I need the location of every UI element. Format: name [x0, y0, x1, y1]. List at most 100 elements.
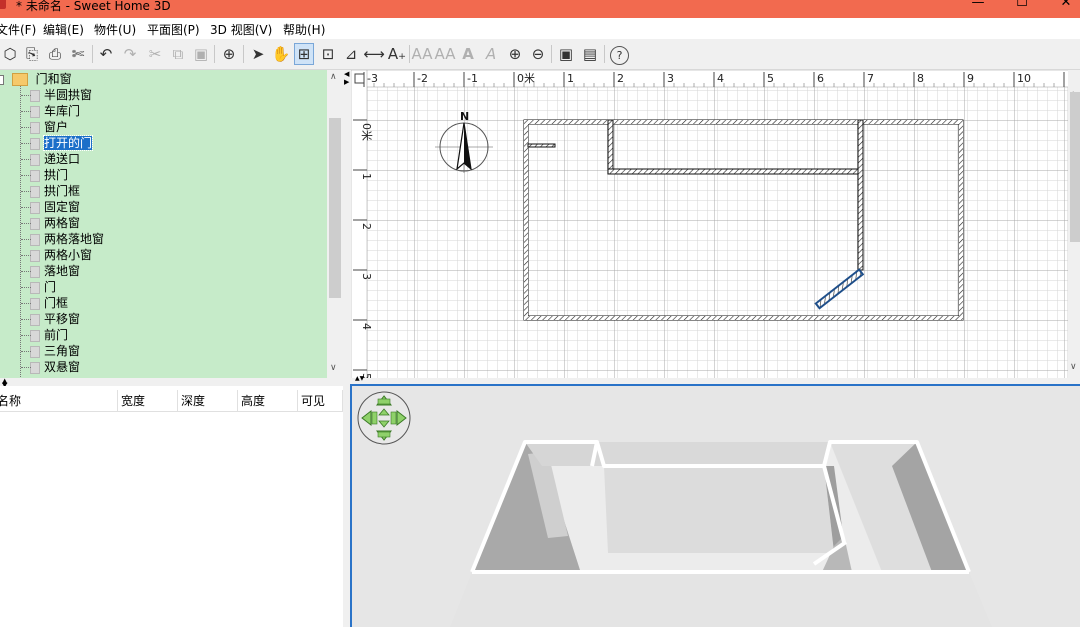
horizontal-splitter[interactable]: ▲ ▼	[0, 377, 345, 389]
zoom-out-button[interactable]: ⊖	[528, 43, 548, 65]
tree-guide-line	[21, 191, 31, 192]
catalog-item-label: 窗户	[44, 120, 69, 134]
add-furniture-button[interactable]: ⊕	[219, 43, 239, 65]
plan-scroll-thumb[interactable]	[1070, 92, 1080, 242]
decrease-text-size-button[interactable]: AA	[435, 43, 456, 65]
furniture-table[interactable]: 名称 宽度 深度 高度 可见	[0, 386, 343, 627]
ruler-top-label: -1	[467, 72, 478, 85]
menu-furniture[interactable]: 物件(U)	[94, 21, 136, 38]
catalog-item-label: 半圆拱窗	[44, 88, 93, 102]
menu-file[interactable]: 文件(F)	[0, 21, 36, 38]
ruler-top-label: 3	[667, 72, 674, 85]
create-dimensions-button[interactable]: ⟷	[363, 43, 385, 65]
catalog-item[interactable]: 拱门框	[30, 183, 80, 199]
catalog-item[interactable]: 打开的门	[30, 135, 94, 151]
help-icon: ?	[616, 49, 623, 62]
tree-category-doors-windows[interactable]: 门和窗	[0, 71, 72, 87]
minimize-button[interactable]: —	[958, 0, 998, 16]
catalog-item[interactable]: 平移窗	[30, 311, 80, 327]
create-photo-button[interactable]: ▣	[556, 43, 576, 65]
ruler-top-label: 8	[917, 72, 924, 85]
furniture-thumbnail-icon	[30, 361, 40, 374]
catalog-scroll-thumb[interactable]	[329, 118, 341, 298]
catalog-item-label: 平移窗	[44, 312, 81, 326]
catalog-item[interactable]: 门	[30, 279, 56, 295]
3d-navigation-control[interactable]	[357, 391, 411, 445]
pan-mode-button[interactable]: ✋	[271, 43, 291, 65]
increase-text-size-button[interactable]: AA	[412, 43, 433, 65]
ruler-top-label: -2	[417, 72, 428, 85]
collapse-left-arrow-icon[interactable]: ◀	[344, 70, 349, 78]
catalog-item[interactable]: 两格落地窗	[30, 231, 104, 247]
collapse-toggle-icon[interactable]	[0, 74, 4, 85]
scroll-down-icon[interactable]: ∨	[330, 363, 337, 373]
select-mode-button[interactable]: ➤	[248, 43, 268, 65]
catalog-item[interactable]: 两格小窗	[30, 247, 92, 263]
furniture-thumbnail-icon	[30, 249, 40, 262]
catalog-item[interactable]: 固定窗	[30, 199, 80, 215]
close-button[interactable]: ✕	[1046, 0, 1080, 16]
paste-button[interactable]: ▣	[191, 43, 211, 65]
scroll-up-icon[interactable]: ∧	[330, 72, 337, 82]
plan-view[interactable]: -3-2-10米123456789101 0米12345	[351, 70, 1080, 380]
tree-guide-line	[21, 239, 31, 240]
menu-3d-view[interactable]: 3D 视图(V)	[210, 21, 272, 38]
column-header-name[interactable]: 名称	[0, 390, 118, 412]
3d-canvas[interactable]	[352, 386, 1080, 627]
3d-floor-front	[450, 572, 992, 627]
create-video-icon: ▤	[582, 45, 598, 63]
ruler-left-label: 4	[360, 323, 373, 330]
column-header-depth[interactable]: 深度	[178, 390, 238, 412]
copy-button[interactable]: ⧉	[168, 43, 188, 65]
catalog-item[interactable]: 三角窗	[30, 343, 80, 359]
furniture-thumbnail-icon	[30, 313, 40, 326]
help-button[interactable]: ?	[610, 46, 629, 65]
zoom-in-button[interactable]: ⊕	[505, 43, 525, 65]
catalog-item[interactable]: 车库门	[30, 103, 80, 119]
3d-room-wall	[604, 466, 834, 553]
column-header-visible[interactable]: 可见	[298, 390, 343, 412]
furniture-thumbnail-icon	[30, 153, 40, 166]
catalog-item[interactable]: 落地窗	[30, 263, 80, 279]
add-text-button[interactable]: A₊	[387, 43, 407, 65]
catalog-item[interactable]: 半圆拱窗	[30, 87, 92, 103]
column-header-width[interactable]: 宽度	[118, 390, 178, 412]
bold-text-button[interactable]: A	[458, 43, 478, 65]
menu-plan[interactable]: 平面图(P)	[147, 21, 200, 38]
catalog-item[interactable]: 递送口	[30, 151, 80, 167]
catalog-item[interactable]: 门框	[30, 295, 68, 311]
preferences-button[interactable]: ✄	[68, 43, 88, 65]
catalog-item[interactable]: 前门	[30, 327, 68, 343]
create-polylines-button[interactable]: ⊿	[341, 43, 361, 65]
toolbar-separator	[409, 45, 410, 63]
catalog-item-label: 固定窗	[44, 200, 81, 214]
plan-canvas[interactable]: -3-2-10米123456789101 0米12345	[351, 70, 1080, 380]
copy-icon: ⧉	[172, 45, 184, 63]
catalog-item-label: 递送口	[44, 152, 81, 166]
tree-guide-line	[21, 255, 31, 256]
catalog-item[interactable]: 两格窗	[30, 215, 80, 231]
redo-button[interactable]: ↷	[120, 43, 140, 65]
menu-help[interactable]: 帮助(H)	[283, 21, 325, 38]
create-walls-button[interactable]: ⊞	[294, 43, 314, 65]
collapse-plan-arrow-icon[interactable]: ▲▼	[355, 375, 364, 382]
maximize-button[interactable]: ☐	[1002, 0, 1042, 16]
collapse-right-arrow-icon[interactable]: ▶	[344, 78, 349, 86]
create-video-button[interactable]: ▤	[580, 43, 600, 65]
catalog-item[interactable]: 拱门	[30, 167, 68, 183]
italic-text-button[interactable]: A	[481, 43, 501, 65]
save-button[interactable]: ⎙	[45, 43, 65, 65]
column-header-height[interactable]: 高度	[238, 390, 298, 412]
3d-view[interactable]	[350, 384, 1080, 627]
save-icon: ⎙	[48, 45, 61, 63]
menu-edit[interactable]: 编辑(E)	[43, 21, 84, 38]
create-rooms-button[interactable]: ⊡	[318, 43, 338, 65]
open-button[interactable]: ⎘	[22, 43, 42, 65]
new-home-button[interactable]: ⬡	[0, 43, 20, 65]
furniture-catalog-tree[interactable]: 门和窗 半圆拱窗 车库门 窗户 打开的门 递送口 拱门 拱门框 固定窗 两格窗 两格落地窗 两格小窗…	[0, 70, 343, 378]
cut-button[interactable]: ✂	[145, 43, 165, 65]
undo-button[interactable]: ↶	[96, 43, 116, 65]
catalog-item[interactable]: 窗户	[30, 119, 68, 135]
catalog-item[interactable]: 双悬窗	[30, 359, 80, 375]
plan-scroll-down-icon[interactable]: ∨	[1070, 362, 1077, 372]
